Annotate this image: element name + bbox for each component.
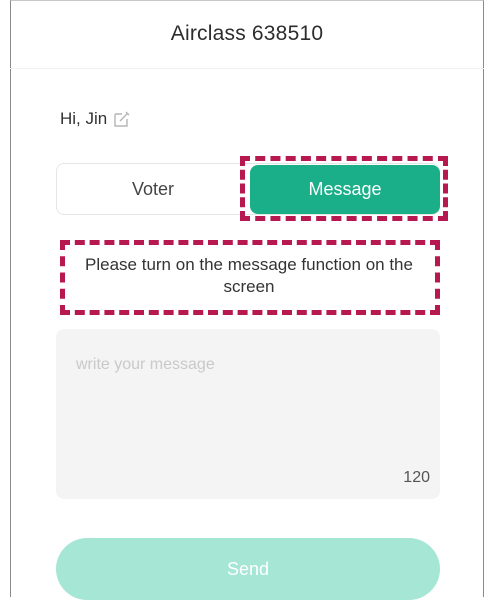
message-input[interactable]: [76, 353, 416, 377]
greeting-text: Hi, Jin: [60, 109, 108, 128]
edit-icon[interactable]: [112, 109, 132, 129]
greeting: Hi, Jin: [60, 107, 132, 131]
send-button-label: Send: [226, 558, 270, 579]
tab-voter-label: Voter: [131, 178, 175, 199]
tab-message-label: Message: [308, 179, 382, 199]
tab-message[interactable]: Message: [250, 165, 440, 214]
app-frame: [10, 0, 484, 597]
send-button[interactable]: Send: [56, 538, 440, 600]
char-counter: 120: [403, 469, 430, 486]
notice-text: Please turn on the message function on t…: [85, 255, 413, 296]
tab-voter[interactable]: Voter: [56, 163, 250, 215]
page-title-text: Airclass 638510: [170, 22, 324, 45]
page-title: Airclass 638510: [10, 0, 484, 69]
